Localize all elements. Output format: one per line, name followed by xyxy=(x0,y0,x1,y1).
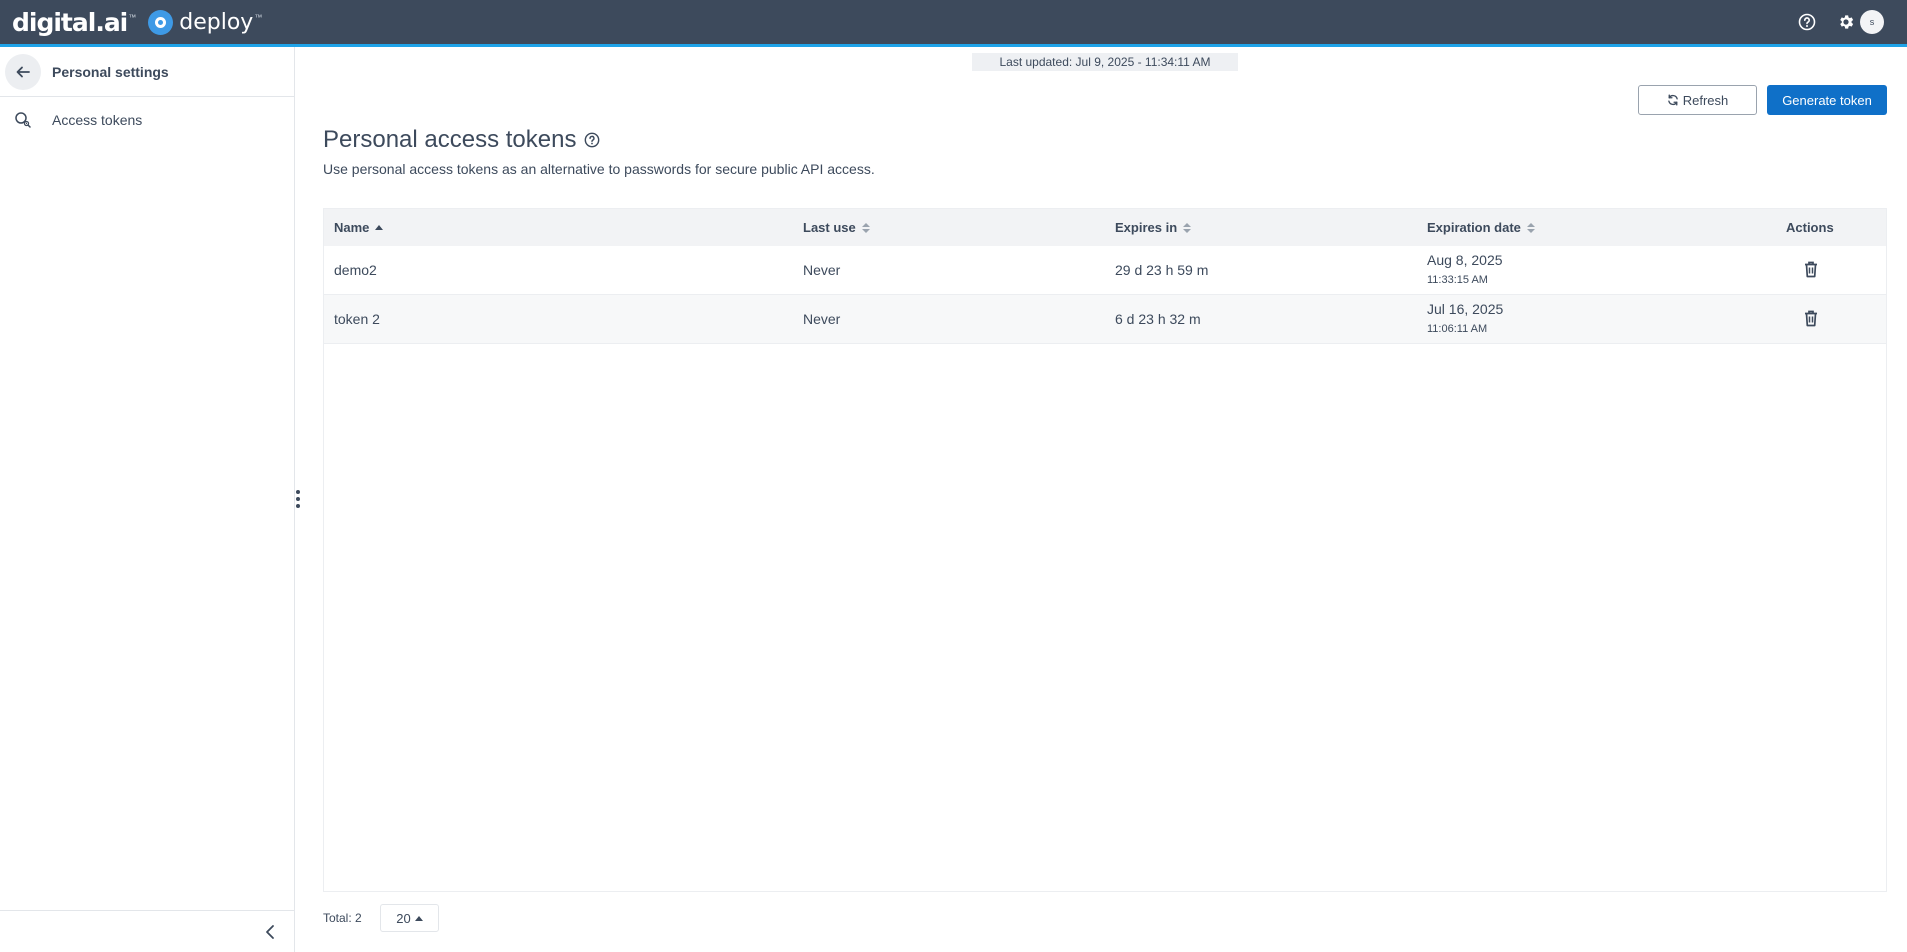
sidebar-resize-handle[interactable] xyxy=(294,490,302,512)
sort-icon xyxy=(1183,222,1192,233)
token-name: token 2 xyxy=(334,311,380,327)
chevron-left-icon xyxy=(266,925,274,939)
token-search-icon xyxy=(14,111,32,129)
column-label: Expiration date xyxy=(1427,220,1521,235)
tokens-table: Name Last use Expires in Expiration date… xyxy=(323,208,1887,892)
brand-logo[interactable]: digital.ai ™ deploy ™ xyxy=(12,6,262,38)
refresh-label: Refresh xyxy=(1682,92,1729,108)
column-header-expires-in[interactable]: Expires in xyxy=(1115,220,1192,235)
sort-icon xyxy=(861,222,870,233)
column-header-expiration-date[interactable]: Expiration date xyxy=(1427,220,1535,235)
column-header-name[interactable]: Name xyxy=(334,220,384,235)
total-count: Total: 2 xyxy=(323,911,362,925)
sort-icon xyxy=(1526,222,1535,233)
sidebar-title: Personal settings xyxy=(52,64,169,80)
sidebar-header: Personal settings xyxy=(0,47,295,97)
trash-icon xyxy=(1805,310,1817,326)
product-name: deploy xyxy=(179,9,254,35)
column-label: Actions xyxy=(1786,220,1834,235)
sidebar: Personal settings Access tokens xyxy=(0,47,295,952)
collapse-sidebar-button[interactable] xyxy=(260,922,280,942)
column-header-actions: Actions xyxy=(1786,220,1834,235)
column-label: Name xyxy=(334,220,370,235)
avatar[interactable]: s xyxy=(1860,10,1884,34)
sort-ascending-icon xyxy=(375,225,384,230)
page-title-text: Personal access tokens xyxy=(323,126,577,153)
help-icon[interactable] xyxy=(584,132,600,148)
delete-token-button[interactable] xyxy=(1802,308,1820,328)
help-icon[interactable] xyxy=(1797,12,1817,32)
token-expires-in: 29 d 23 h 59 m xyxy=(1115,262,1209,278)
token-expiration-time: 11:06:11 AM xyxy=(1427,323,1488,335)
gear-icon[interactable] xyxy=(1836,12,1856,32)
sidebar-footer xyxy=(0,910,294,952)
token-last-use: Never xyxy=(803,311,841,327)
token-expiration-time: 11:33:15 AM xyxy=(1427,274,1488,286)
table-row[interactable]: demo2 Never 29 d 23 h 59 m Aug 8, 2025 1… xyxy=(324,246,1886,295)
page-size-select[interactable]: 20 xyxy=(380,904,439,932)
generate-token-button[interactable]: Generate token xyxy=(1767,85,1887,115)
delete-token-button[interactable] xyxy=(1802,259,1820,279)
table-header: Name Last use Expires in Expiration date… xyxy=(324,209,1886,246)
page-description: Use personal access tokens as an alterna… xyxy=(323,161,875,177)
token-expires-in: 6 d 23 h 32 m xyxy=(1115,311,1201,327)
brand-name: digital.ai xyxy=(12,7,128,37)
sidebar-item-label: Access tokens xyxy=(52,112,143,128)
refresh-icon xyxy=(1667,94,1678,106)
refresh-button[interactable]: Refresh xyxy=(1638,85,1757,115)
caret-up-icon xyxy=(414,915,423,921)
token-name: demo2 xyxy=(334,262,377,278)
trash-icon xyxy=(1805,261,1817,277)
page-title: Personal access tokens xyxy=(323,126,600,154)
column-label: Expires in xyxy=(1115,220,1178,235)
brand-trademark: ™ xyxy=(128,12,137,22)
sidebar-item-access-tokens[interactable]: Access tokens xyxy=(0,99,294,139)
product-trademark: ™ xyxy=(254,12,263,22)
token-expiration-date: Jul 16, 2025 xyxy=(1427,301,1504,317)
deploy-logo-icon xyxy=(148,9,174,35)
column-label: Last use xyxy=(803,220,856,235)
table-row[interactable]: token 2 Never 6 d 23 h 32 m Jul 16, 2025… xyxy=(324,295,1886,344)
column-header-last-use[interactable]: Last use xyxy=(803,220,870,235)
last-updated-label: Last updated: Jul 9, 2025 - 11:34:11 AM xyxy=(972,53,1238,71)
top-navigation-bar: digital.ai ™ deploy ™ s xyxy=(0,0,1907,44)
back-button[interactable] xyxy=(5,54,41,90)
page-size-value: 20 xyxy=(396,910,411,926)
arrow-left-icon xyxy=(16,66,30,78)
token-expiration-date: Aug 8, 2025 xyxy=(1427,252,1503,268)
token-last-use: Never xyxy=(803,262,841,278)
